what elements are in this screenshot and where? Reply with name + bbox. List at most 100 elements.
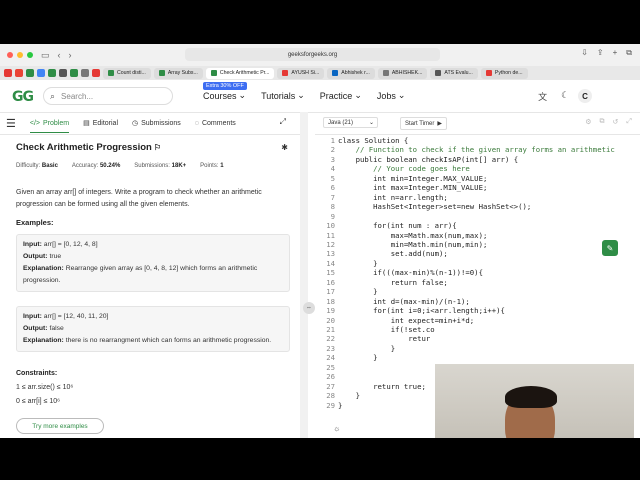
code-line[interactable]: for(int i=0;i<arr.length;i++){	[338, 306, 505, 315]
search-input[interactable]: ⌕ Search...	[43, 87, 173, 105]
code-line[interactable]: // Your code goes here	[338, 164, 470, 173]
code-line[interactable]: }	[338, 353, 377, 362]
pinned-tab-icon[interactable]	[37, 69, 45, 77]
forward-icon[interactable]: ›	[69, 50, 72, 60]
play-icon: ▶	[437, 121, 442, 127]
tab-problem[interactable]: </> Problem	[29, 114, 70, 133]
tab-favicon-icon	[108, 70, 114, 76]
problem-tabs: ☰ </> Problem ▤ Editorial ◷ Submissions ◌ Co…	[0, 112, 300, 135]
minimize-window-icon[interactable]	[17, 52, 23, 58]
tab-overview-icon[interactable]: ⧉	[626, 48, 632, 58]
download-icon[interactable]: ⇩	[581, 48, 588, 58]
browser-tab[interactable]: Array Subs...	[153, 67, 203, 79]
settings-icon[interactable]: ⚙	[585, 118, 591, 126]
browser-tab[interactable]: Count disti...	[103, 67, 151, 79]
tab-favicon-icon	[158, 70, 165, 76]
code-line[interactable]: int min=Integer.MAX_VALUE;	[338, 174, 487, 183]
expand-icon[interactable]: ⤢	[280, 117, 286, 127]
browser-tab[interactable]: ABHISHEK...	[377, 67, 428, 79]
line-number: 22	[326, 334, 335, 344]
pinned-tab-icon[interactable]	[4, 69, 12, 77]
gfg-logo[interactable]: GG	[12, 89, 34, 105]
pinned-tab-icon[interactable]	[81, 69, 89, 77]
sidebar-toggle-icon[interactable]: ▭	[41, 50, 50, 61]
line-number: 15	[326, 268, 335, 278]
address-bar[interactable]: geeksforgeeks.org	[185, 48, 440, 61]
browser-tab[interactable]: Python de...	[480, 67, 528, 79]
code-line[interactable]: return false;	[338, 278, 448, 287]
main-nav: Courses ⌄ Tutorials ⌄ Practice ⌄ Jobs ⌄	[203, 90, 405, 101]
code-line[interactable]: HashSet<Integer>set=new HashSet<>();	[338, 202, 531, 211]
code-line[interactable]: public boolean checkIsAP(int[] arr) {	[338, 155, 519, 164]
editor-toolbar: Java (21) ⌄ Start Timer ▶ ⚙ ⧉ ↺ ⤢	[315, 112, 640, 135]
nav-courses[interactable]: Courses ⌄	[203, 90, 246, 101]
code-line[interactable]: return true;	[338, 382, 426, 391]
code-line[interactable]: if(((max-min)%(n-1))!=0){	[338, 268, 483, 277]
chevron-down-icon: ⌄	[238, 90, 247, 100]
menu-icon[interactable]: ☰	[6, 117, 16, 130]
tab-comments[interactable]: ◌ Comments	[195, 120, 236, 127]
code-line[interactable]: int expect=min+i*d;	[338, 316, 474, 325]
code-line[interactable]: }	[338, 287, 377, 296]
maximize-window-icon[interactable]	[27, 52, 33, 58]
code-line[interactable]: int n=arr.length;	[338, 193, 448, 202]
browser-tab[interactable]: AYUSH Si...	[277, 67, 325, 79]
code-line[interactable]: retur	[338, 334, 430, 343]
pinned-tab-icon[interactable]	[48, 69, 56, 77]
nav-practice[interactable]: Practice ⌄	[320, 90, 362, 101]
translate-icon[interactable]: 文	[538, 90, 547, 103]
tab-submissions[interactable]: ◷ Submissions	[132, 119, 181, 128]
theme-toggle-icon[interactable]: ☼	[333, 424, 340, 433]
code-line[interactable]: max=Math.max(num,max);	[338, 231, 488, 240]
share-icon[interactable]: ⇪	[597, 48, 604, 58]
promo-badge[interactable]: Extra 30% OFF	[203, 82, 247, 90]
tab-editorial[interactable]: ▤ Editorial	[83, 119, 118, 128]
code-line[interactable]: set.add(num);	[338, 249, 448, 258]
line-number: 25	[326, 362, 335, 372]
code-line[interactable]: for(int num : arr){	[338, 221, 456, 230]
code-line[interactable]: min=Math.min(num,min);	[338, 240, 488, 249]
tab-favicon-icon	[210, 70, 217, 76]
language-select[interactable]: Java (21) ⌄	[323, 117, 378, 128]
line-number: 12	[326, 239, 335, 249]
back-icon[interactable]: ‹	[58, 50, 61, 60]
pinned-tab-icon[interactable]	[92, 69, 100, 77]
close-window-icon[interactable]	[7, 52, 13, 58]
code-line[interactable]: if(!set.co	[338, 325, 435, 334]
pinned-tab-icon[interactable]	[15, 69, 23, 77]
nav-tutorials[interactable]: Tutorials ⌄	[261, 90, 305, 101]
drag-handle-icon[interactable]: ⇔	[303, 302, 315, 314]
code-line[interactable]: int d=(max-min)/(n-1);	[338, 297, 470, 306]
example-input: Input: arr[] = [0, 12, 4, 8]	[23, 241, 98, 248]
line-number: 11	[326, 230, 335, 240]
browser-tab[interactable]: ATS Evalu...	[430, 67, 478, 79]
browser-tab[interactable]: Abhishek r...	[327, 67, 375, 79]
dark-mode-icon[interactable]: ☾	[561, 90, 569, 103]
code-line[interactable]: }	[338, 344, 395, 353]
presenter-hair	[505, 386, 557, 408]
reset-icon[interactable]: ↺	[613, 118, 619, 126]
code-line[interactable]: }	[338, 401, 342, 410]
code-line[interactable]: int max=Integer.MIN_VALUE;	[338, 183, 487, 192]
copy-icon[interactable]: ⧉	[600, 118, 605, 126]
nav-jobs[interactable]: Jobs ⌄	[377, 90, 406, 101]
try-more-examples-button[interactable]: Try more examples	[16, 418, 104, 434]
panel-divider[interactable]	[300, 112, 308, 438]
bug-report-icon[interactable]: ✱	[281, 143, 288, 152]
code-line[interactable]: }	[338, 259, 377, 268]
chat-icon[interactable]: ✎	[602, 240, 618, 256]
fullscreen-icon[interactable]: ⤢	[626, 118, 632, 126]
new-tab-icon[interactable]: +	[613, 48, 618, 58]
avatar[interactable]: C	[578, 89, 592, 103]
code-line[interactable]: class Solution {	[338, 136, 408, 145]
pinned-tab-icon[interactable]	[59, 69, 67, 77]
pinned-tab-icon[interactable]	[70, 69, 78, 77]
code-line[interactable]: // Function to check if the given array …	[338, 145, 615, 154]
difficulty: Difficulty: Basic	[16, 163, 58, 169]
browser-tab-active[interactable]: Check Arithmetic Pr...	[205, 67, 275, 79]
browser-actions: ⇩ ⇪ + ⧉	[581, 48, 632, 58]
pinned-tab-icon[interactable]	[26, 69, 34, 77]
code-line[interactable]: }	[338, 391, 360, 400]
bookmark-icon[interactable]: ⚐	[154, 143, 161, 152]
start-timer-button[interactable]: Start Timer ▶	[400, 117, 447, 130]
